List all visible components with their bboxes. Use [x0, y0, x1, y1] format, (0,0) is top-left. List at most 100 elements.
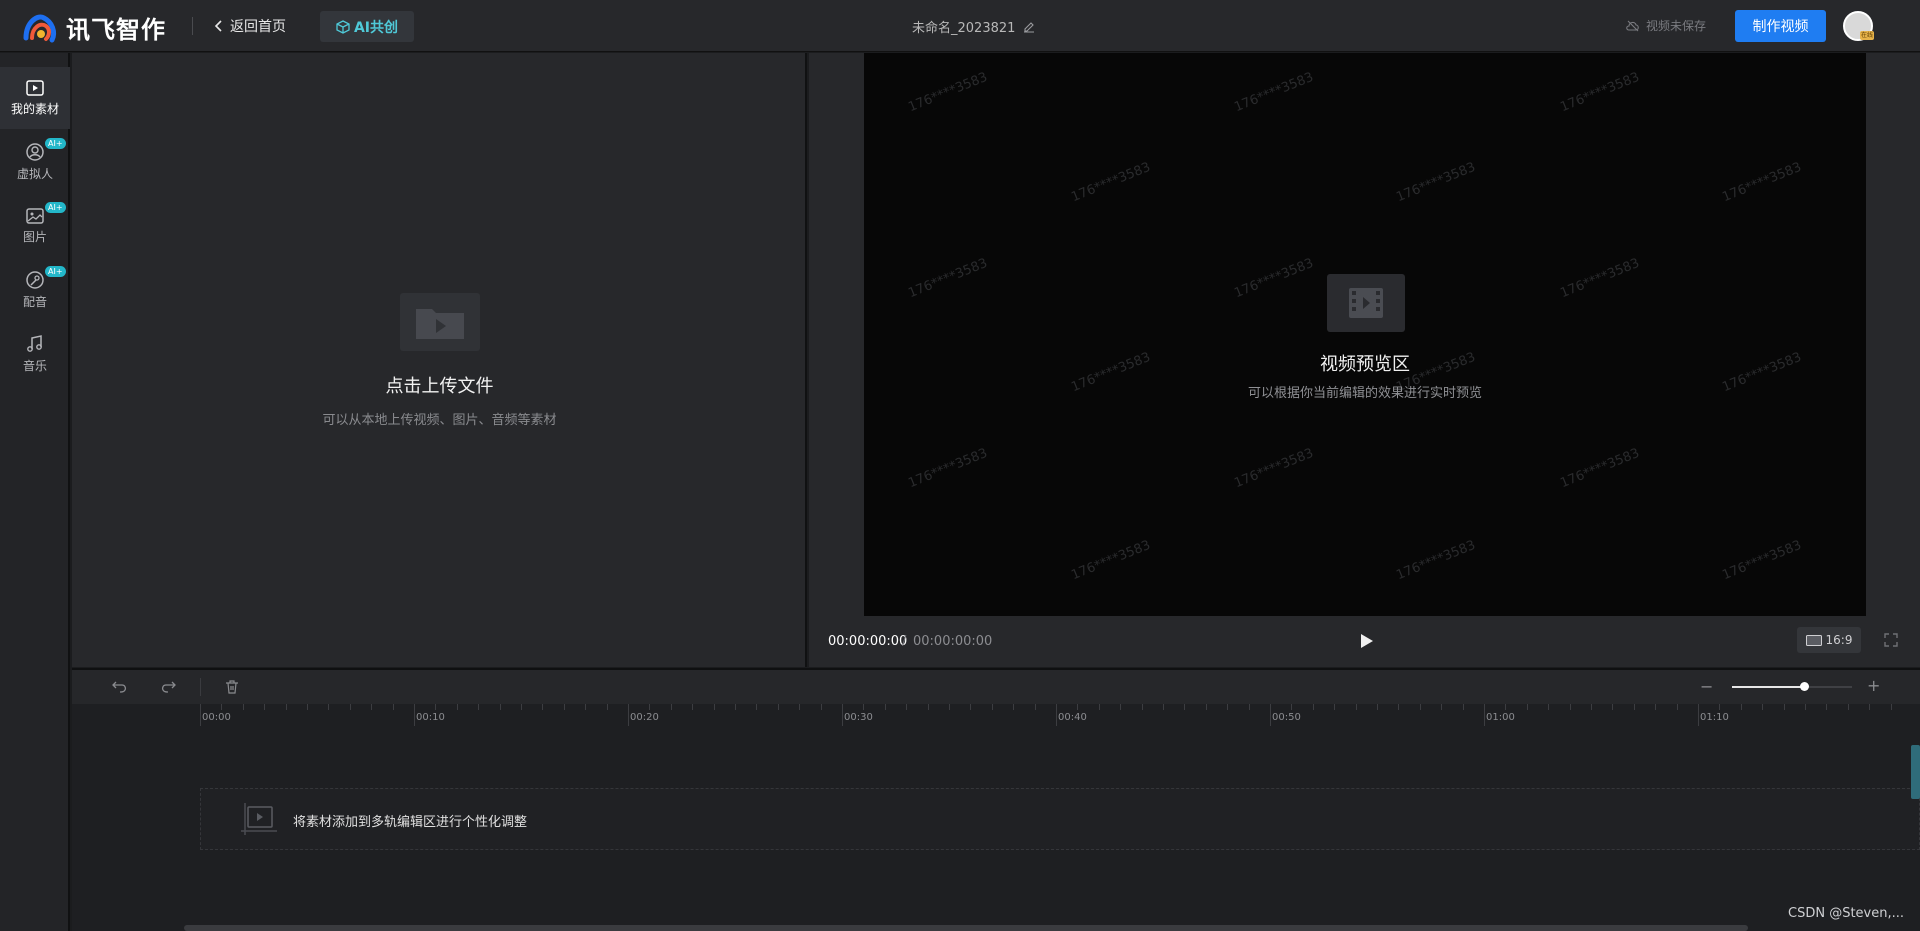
zoom-slider-fill: [1732, 686, 1804, 688]
drop-hint: 将素材添加到多轨编辑区进行个性化调整: [293, 815, 528, 830]
ruler-tick-label: 00:40: [1058, 712, 1087, 723]
ruler-minor-tick: [1034, 704, 1036, 710]
make-video-button[interactable]: 制作视频: [1735, 10, 1826, 42]
ruler-minor-tick: [1676, 704, 1678, 710]
watermark: 176****3583: [1069, 159, 1153, 206]
ruler-minor-tick: [521, 704, 522, 710]
chevron-left-icon: [214, 20, 222, 32]
sidebar-item-voice[interactable]: 配音 AI+: [0, 259, 70, 321]
total-time: 00:00:00:00: [913, 634, 993, 649]
ruler-minor-tick: [1291, 704, 1293, 710]
material-panel[interactable]: 点击上传文件 可以从本地上传视频、图片、音频等素材: [72, 53, 807, 667]
sidebar-item-my-materials[interactable]: 我的素材: [0, 67, 70, 129]
redo-icon[interactable]: [160, 679, 176, 695]
ruler-minor-tick: [392, 704, 394, 710]
ruler-tick-label: 00:00: [202, 712, 231, 723]
ruler-minor-tick: [1013, 704, 1015, 710]
sidebar-item-avatar[interactable]: 虚拟人 AI+: [0, 131, 70, 193]
zoom-out-button[interactable]: −: [1700, 677, 1713, 696]
ruler-tick-label: 01:10: [1700, 712, 1729, 723]
ruler-minor-tick: [927, 704, 929, 710]
timeline-panel: − + 00:00 00:10 00:20 00:30 00:40 00:50 01:00 0…: [72, 668, 1920, 931]
project-title[interactable]: 未命名_2023821: [912, 17, 1035, 36]
watermark: 176****3583: [1394, 537, 1478, 584]
time-separator: /: [902, 634, 907, 649]
watermark: 176****3583: [1232, 69, 1316, 116]
watermark: 176****3583: [1558, 445, 1642, 492]
music-icon: [27, 335, 42, 352]
ruler-tick: [1484, 704, 1485, 726]
image-icon: [26, 208, 44, 224]
ruler-tick: [1698, 704, 1699, 726]
logo-icon: [23, 14, 57, 42]
ruler-tick-label: 00:50: [1272, 712, 1301, 723]
sidebar-item-label: 虚拟人: [16, 167, 53, 181]
watermark: 176****3583: [1069, 537, 1153, 584]
zoom-slider-handle[interactable]: [1800, 682, 1809, 691]
ai-cocreate-label: AI共创: [353, 19, 399, 36]
timeline-toolbar: − +: [72, 670, 1920, 704]
ruler-minor-tick: [1355, 704, 1357, 710]
back-home-button[interactable]: 返回首页: [214, 14, 286, 38]
ruler-minor-tick: [777, 704, 779, 710]
ruler-minor-tick: [1184, 704, 1186, 710]
ruler-minor-tick: [649, 704, 651, 710]
fullscreen-icon[interactable]: [1884, 633, 1898, 647]
undo-icon[interactable]: [112, 679, 128, 695]
ruler-tick-label: 00:10: [416, 712, 445, 723]
ruler-minor-tick: [435, 704, 437, 710]
ruler-minor-tick: [970, 704, 972, 710]
ruler-minor-tick: [1740, 704, 1742, 710]
ruler-minor-tick: [1205, 704, 1207, 710]
timeline-ruler: 00:00 00:10 00:20 00:30 00:40 00:50 01:00 01:10: [72, 704, 1920, 730]
ruler-minor-tick: [692, 704, 694, 710]
horizontal-scrollbar[interactable]: [184, 925, 1748, 931]
play-square-icon: [26, 80, 44, 96]
ruler-minor-tick: [1462, 704, 1464, 710]
upload-subtitle: 可以从本地上传视频、图片、音频等素材: [322, 413, 557, 428]
delete-trash-icon[interactable]: [224, 679, 240, 695]
ruler-minor-tick: [264, 704, 266, 710]
ruler-tick-label: 00:30: [844, 712, 873, 723]
watermark: 176****3583: [1720, 349, 1804, 396]
ruler-minor-tick: [863, 704, 865, 710]
screen-icon: [1805, 634, 1822, 646]
ruler-minor-tick: [1334, 704, 1336, 710]
sidebar-item-music[interactable]: 音乐: [0, 323, 70, 385]
ruler-minor-tick: [1163, 704, 1164, 710]
ruler-minor-tick: [1805, 704, 1806, 710]
logo[interactable]: 讯飞智作: [22, 10, 166, 45]
ruler-minor-tick: [606, 704, 608, 710]
ruler-tick-label: 00:20: [630, 712, 659, 723]
ruler-minor-tick: [542, 704, 544, 710]
ai-cocreate-button[interactable]: AI共创: [320, 11, 414, 42]
ai-cube-icon: [336, 19, 350, 34]
ruler-minor-tick: [1077, 704, 1079, 710]
ruler-minor-tick: [1783, 704, 1785, 710]
ruler-minor-tick: [1591, 704, 1592, 710]
ai-plus-badge: AI+: [45, 202, 66, 213]
play-icon[interactable]: [1360, 633, 1374, 649]
top-bar: 讯飞智作 返回首页 AI共创 未命名_2023821 视频未保存 制作视频 在线: [0, 0, 1920, 52]
ruler-minor-tick: [1120, 704, 1122, 710]
upload-folder-icon[interactable]: [400, 293, 480, 351]
sidebar-item-image[interactable]: 图片 AI+: [0, 195, 70, 257]
ruler-minor-tick: [884, 704, 886, 710]
track-drop-zone[interactable]: 将素材添加到多轨编辑区进行个性化调整: [200, 788, 1920, 850]
current-time: 00:00:00:00: [828, 634, 908, 649]
watermark: 176****3583: [1720, 159, 1804, 206]
zoom-slider[interactable]: [1732, 682, 1852, 691]
ruler-minor-tick: [1419, 704, 1421, 710]
upload-title[interactable]: 点击上传文件: [72, 372, 807, 398]
zoom-in-button[interactable]: +: [1867, 676, 1880, 695]
watermark: 176****3583: [906, 445, 990, 492]
ruler-minor-tick: [1227, 704, 1229, 710]
credit-text: CSDN @Steven,...: [1788, 906, 1905, 921]
preview-subtitle: 可以根据你当前编辑的效果进行实时预览: [1247, 386, 1482, 401]
ruler-minor-tick: [735, 704, 736, 710]
ruler-tick: [628, 704, 629, 726]
aspect-ratio-button[interactable]: 16:9: [1797, 627, 1861, 653]
edit-pencil-icon[interactable]: [1023, 21, 1035, 33]
sidebar-item-label: 配音: [22, 295, 47, 309]
ruler-minor-tick: [328, 704, 330, 710]
